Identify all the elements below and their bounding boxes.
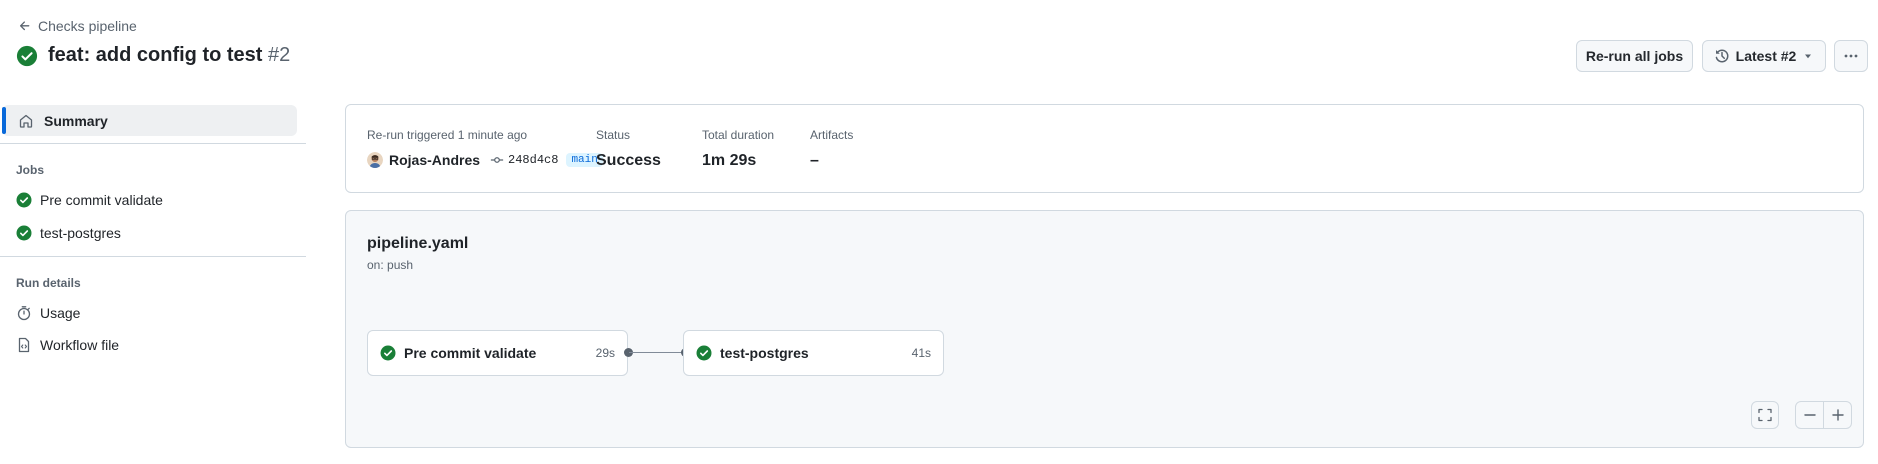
latest-attempt-label: Latest #2: [1735, 48, 1797, 64]
sidebar-item-label: test-postgres: [40, 225, 121, 241]
fullscreen-button[interactable]: [1751, 401, 1779, 429]
artifacts-label: Artifacts: [810, 128, 854, 142]
status-label: Status: [596, 128, 631, 142]
job-duration: 41s: [911, 346, 931, 360]
check-circle-icon: [696, 345, 712, 361]
sidebar-item-workflow-file[interactable]: Workflow file: [16, 337, 119, 353]
triangle-down-icon: [1805, 54, 1812, 59]
commit-sha: 248d4c8: [508, 153, 559, 167]
status-value: Success: [596, 152, 661, 169]
screen-full-icon: [1758, 408, 1772, 422]
graph-job-pre-commit-validate[interactable]: Pre commit validate 29s: [367, 330, 628, 376]
minus-icon: [1803, 414, 1816, 416]
job-name: test-postgres: [720, 345, 809, 361]
jobs-heading: Jobs: [16, 163, 45, 177]
avatar[interactable]: [367, 152, 383, 168]
run-details-heading: Run details: [16, 276, 81, 290]
run-title: feat: add config to test: [48, 44, 263, 66]
home-icon: [19, 114, 33, 128]
arrow-left-icon: [19, 21, 30, 31]
active-indicator: [2, 107, 6, 134]
check-circle-icon: [16, 45, 38, 66]
rerun-all-jobs-button[interactable]: Re-run all jobs: [1576, 40, 1693, 72]
artifacts-value: –: [810, 152, 819, 169]
sidebar-divider: [0, 143, 306, 144]
run-number: #2: [268, 44, 291, 66]
file-code-icon: [18, 337, 30, 353]
stopwatch-icon: [17, 306, 31, 321]
job-name: Pre commit validate: [404, 345, 537, 361]
rerun-all-jobs-label: Re-run all jobs: [1585, 48, 1684, 64]
workflow-graph: pipeline.yaml on: push Pre commit valida…: [345, 210, 1864, 448]
sidebar-item-label: Summary: [44, 112, 108, 129]
sidebar-item-usage[interactable]: Usage: [16, 305, 80, 321]
trigger-info: Re-run triggered 1 minute ago Rojas-Andr…: [367, 128, 603, 168]
actor-link[interactable]: Rojas-Andres: [389, 152, 480, 168]
sidebar-item-label: Pre commit validate: [40, 192, 163, 208]
git-commit-icon: [490, 157, 504, 163]
back-link[interactable]: Checks pipeline: [18, 18, 137, 34]
sidebar-item-job[interactable]: test-postgres: [16, 225, 121, 241]
sidebar-item-label: Workflow file: [40, 337, 120, 353]
trigger-label: Re-run triggered 1 minute ago: [367, 128, 528, 142]
check-circle-icon: [16, 225, 32, 241]
check-circle-icon: [16, 192, 32, 208]
check-circle-icon: [380, 345, 396, 361]
job-duration: 29s: [595, 346, 615, 360]
more-options-button[interactable]: [1834, 40, 1868, 72]
graph-job-test-postgres[interactable]: test-postgres 41s: [683, 330, 944, 376]
latest-attempt-dropdown[interactable]: Latest #2: [1702, 40, 1826, 72]
zoom-controls: [1795, 401, 1852, 429]
duration-value: 1m 29s: [702, 152, 757, 169]
status-info: Status Success: [596, 128, 661, 170]
commit-link[interactable]: 248d4c8: [490, 153, 558, 167]
sidebar-item-summary[interactable]: Summary: [2, 105, 297, 136]
page-title: feat: add config to test #2: [16, 44, 290, 67]
zoom-out-button[interactable]: [1796, 402, 1823, 428]
job-connector: [629, 352, 685, 353]
plus-icon: [1831, 409, 1844, 421]
artifacts-info: Artifacts –: [810, 128, 853, 170]
sidebar-divider: [0, 256, 306, 257]
sidebar-item-job[interactable]: Pre commit validate: [16, 192, 163, 208]
workflow-trigger: on: push: [367, 258, 414, 272]
duration-info: Total duration 1m 29s: [702, 128, 774, 170]
run-summary-card: Re-run triggered 1 minute ago Rojas-Andr…: [345, 104, 1864, 193]
duration-label: Total duration: [702, 128, 775, 142]
workflow-file-name: pipeline.yaml: [367, 235, 469, 252]
zoom-in-button[interactable]: [1823, 402, 1851, 428]
history-icon: [1715, 49, 1729, 63]
sidebar-item-label: Usage: [40, 305, 81, 321]
kebab-horizontal-icon: [1844, 54, 1858, 58]
back-link-label: Checks pipeline: [38, 18, 137, 34]
